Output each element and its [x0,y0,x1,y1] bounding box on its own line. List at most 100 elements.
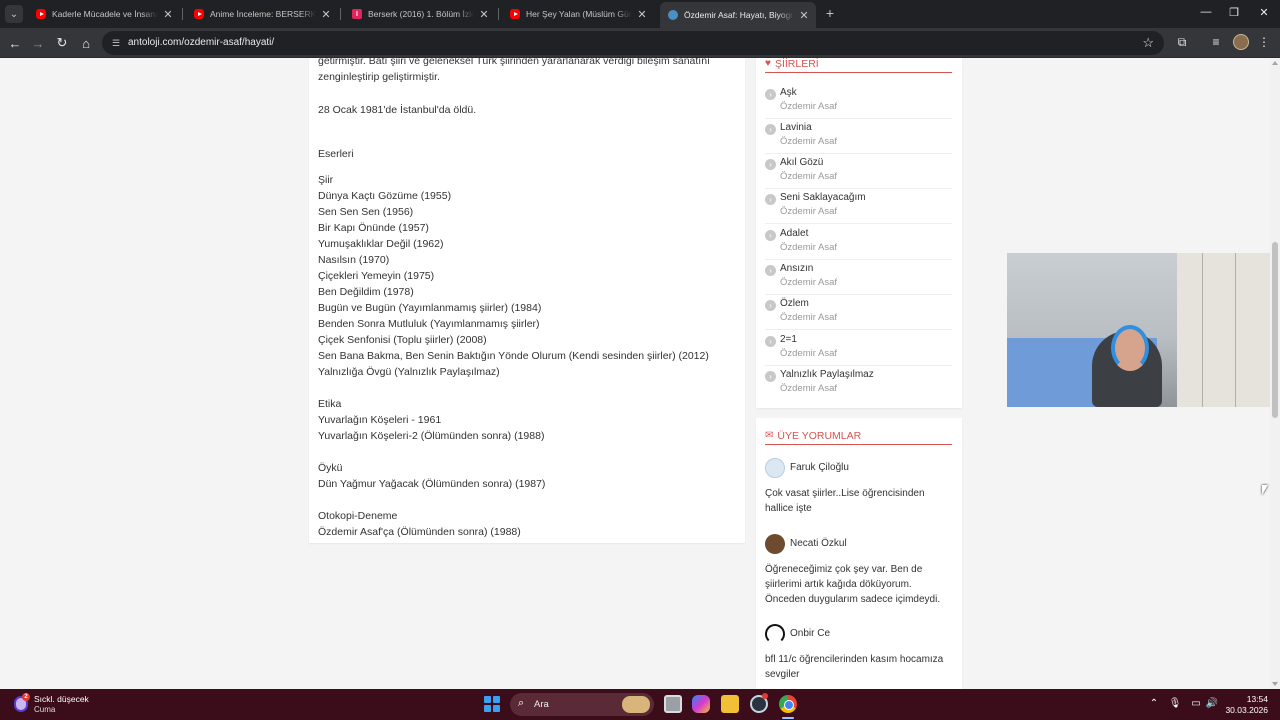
webcam-headset [1111,325,1149,371]
poem-title-link[interactable]: Akıl Gözü [780,157,823,168]
close-tab-icon[interactable]: ✕ [798,9,810,22]
volume-icon[interactable]: 🔊 [1205,698,1219,709]
forward-arrow-icon[interactable]: → [29,34,47,52]
poem-author[interactable]: Özdemir Asaf [780,101,837,112]
chevron-right-icon: › [765,89,776,100]
comment-author[interactable]: Necati Özkul [790,538,847,549]
poem-item[interactable]: › Adalet Özdemir Asaf [765,225,952,260]
tab-youtube-berserk[interactable]: Anime İnceleme: BERSERK - You... ✕ [186,2,338,26]
poem-item[interactable]: › Yalnızlık Paylaşılmaz Özdemir Asaf [765,366,952,401]
tray-chevron-up-icon[interactable]: ⌃ [1147,698,1161,709]
poem-title-link[interactable]: Lavinia [780,122,812,133]
poem-title-link[interactable]: Adalet [780,228,808,239]
poem-title-link[interactable]: Yalnızlık Paylaşılmaz [780,369,874,380]
poem-item[interactable]: › Lavinia Özdemir Asaf [765,119,952,154]
poem-title-link[interactable]: Seni Saklayacağım [780,192,866,203]
avatar[interactable] [765,534,785,554]
windows-start-icon[interactable] [484,696,500,712]
copilot-icon[interactable] [692,695,710,713]
poem-author[interactable]: Özdemir Asaf [780,206,837,217]
poem-item[interactable]: › Özlem Özdemir Asaf [765,295,952,330]
poem-title-link[interactable]: 2=1 [780,334,797,345]
back-arrow-icon[interactable]: ← [6,34,24,52]
clock-date[interactable]: 30.03.2026 [1222,705,1268,715]
webcam-overlay[interactable] [1007,253,1270,407]
taskbar-search[interactable]: ⌕ Ara [510,693,654,716]
new-tab-plus-icon[interactable]: + [822,6,838,20]
youtube-icon [36,9,46,19]
home-icon[interactable]: ⌂ [77,34,95,52]
weather-day[interactable]: Cuma [34,705,55,714]
poem-author[interactable]: Özdemir Asaf [780,383,837,394]
tab-youtube-kaderle[interactable]: Kaderle Mücadele ve İnsanın Ö... ✕ [28,2,180,26]
scrollbar-thumb[interactable] [1272,242,1278,418]
search-icon: ⌕ [518,697,525,709]
work-item: Yuvarlağın Köşeleri - 1961 [318,414,442,426]
poem-item[interactable]: › Aşk Özdemir Asaf [765,84,952,119]
work-item: Çiçekleri Yemeyin (1975) [318,270,435,282]
poem-item[interactable]: › Akıl Gözü Özdemir Asaf [765,154,952,189]
poem-author[interactable]: Özdemir Asaf [780,242,837,253]
close-window-icon[interactable]: ✕ [1254,6,1274,19]
comment-author[interactable]: Onbir Ce [790,628,830,639]
clock-time[interactable]: 13:54 [1236,694,1268,704]
chrome-icon[interactable] [779,695,797,713]
extensions-puzzle-icon[interactable]: ⧉ [1174,35,1190,50]
microphone-icon[interactable]: 🎙 [1168,698,1182,709]
close-tab-icon[interactable]: ✕ [478,8,490,21]
poem-author[interactable]: Özdemir Asaf [780,171,837,182]
restore-icon[interactable]: ❐ [1224,6,1244,19]
work-item: Bugün ve Bugün (Yayımlanmamış şiirler) (… [318,302,542,314]
poems-header: ♥ ŞİİRLERİ [765,58,952,73]
tab-anizm-berserk[interactable]: I Berserk (2016) 1. Bölüm İzle - A... ✕ [344,2,496,26]
avatar[interactable] [765,624,785,644]
tab-search-chevron-icon[interactable]: ⌄ [5,5,23,23]
poem-item[interactable]: › Ansızın Özdemir Asaf [765,260,952,295]
poem-author[interactable]: Özdemir Asaf [780,312,837,323]
work-item: Nasılsın (1970) [318,254,390,266]
task-view-icon[interactable] [664,695,682,713]
works-category-title: Öykü [318,462,343,474]
tab-antoloji-ozdemir-asaf[interactable]: Özdemir Asaf: Hayatı, Biyografi... ✕ [660,2,816,28]
address-bar[interactable]: ☰ antoloji.com/ozdemir-asaf/hayati/ ☆ [102,31,1164,55]
file-explorer-icon[interactable] [721,695,739,713]
poem-title-link[interactable]: Aşk [780,87,797,98]
weather-text[interactable]: Sıckl. düşecek [34,694,89,704]
article-intro-paragraph: getirmiştir. Batı şiiri ve geleneksel Tü… [318,58,710,83]
comment-author[interactable]: Faruk Çiloğlu [790,462,849,473]
scroll-down-arrow-icon[interactable] [1272,682,1278,686]
etika-works-list: Etika Yuvarlağın Köşeleri - 1961 Yuvarla… [318,396,544,444]
poem-item[interactable]: › Seni Saklayacağım Özdemir Asaf [765,189,952,224]
close-tab-icon[interactable]: ✕ [162,8,174,21]
scroll-up-arrow-icon[interactable] [1272,61,1278,65]
profile-avatar[interactable] [1233,34,1249,50]
search-label: Ara [534,699,549,710]
work-item: Dün Yağmur Yağacak (Ölümünden sonra) (19… [318,478,546,490]
webcam-closet [1177,253,1270,407]
reading-list-icon[interactable]: ≡ [1208,35,1224,49]
poem-title-link[interactable]: Ansızın [780,263,813,274]
close-tab-icon[interactable]: ✕ [320,8,332,21]
tab-youtube-her-sey-yalan[interactable]: Her Şey Yalan (Müslüm Gürses)... ✕ [502,2,654,26]
page-scrollbar[interactable] [1270,58,1280,689]
url-text[interactable]: antoloji.com/ozdemir-asaf/hayati/ [128,37,274,48]
mouse-cursor-icon [1262,485,1268,495]
reload-icon[interactable]: ↻ [53,34,71,52]
poem-title-link[interactable]: Özlem [780,298,809,309]
site-info-icon[interactable]: ☰ [110,37,122,49]
poem-item[interactable]: › 2=1 Özdemir Asaf [765,331,952,366]
avatar[interactable] [765,458,785,478]
chevron-right-icon: › [765,230,776,241]
poetry-works-list: Şiir Dünya Kaçtı Gözüme (1955) Sen Sen S… [318,172,709,380]
poem-author[interactable]: Özdemir Asaf [780,136,837,147]
display-icon[interactable]: ▭ [1189,698,1203,709]
work-item: Dünya Kaçtı Gözüme (1955) [318,190,452,202]
bookmark-star-icon[interactable]: ☆ [1142,35,1154,51]
close-tab-icon[interactable]: ✕ [636,8,648,21]
menu-kebab-icon[interactable]: ⋮ [1256,35,1272,49]
minimize-icon[interactable]: — [1196,6,1216,18]
work-item: Sen Bana Bakma, Ben Senin Baktığın Yönde… [318,350,709,362]
work-item: Özdemir Asaf'ça (Ölümünden sonra) (1988) [318,526,521,538]
poem-author[interactable]: Özdemir Asaf [780,277,837,288]
poem-author[interactable]: Özdemir Asaf [780,348,837,359]
